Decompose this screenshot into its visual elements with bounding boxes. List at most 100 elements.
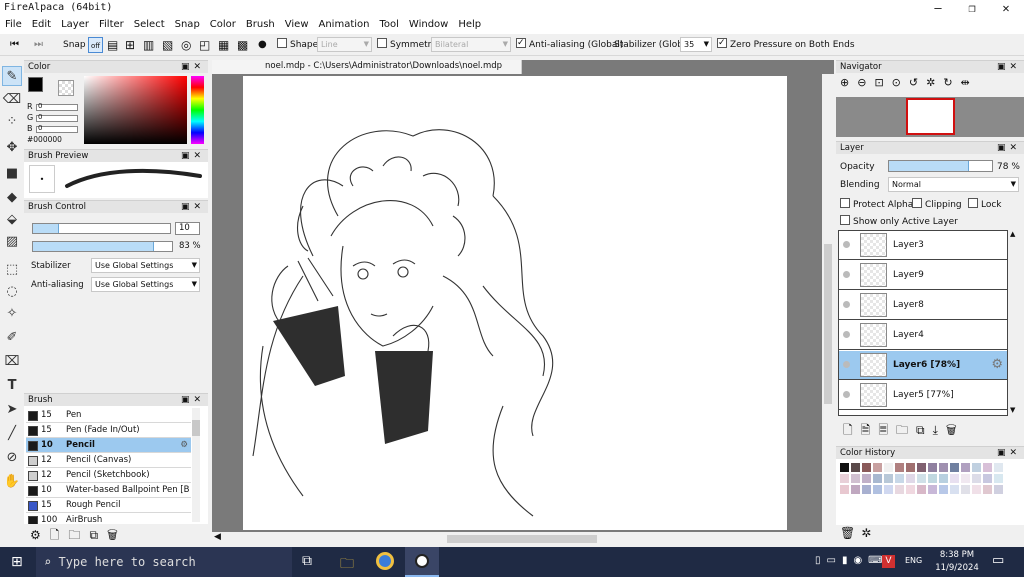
new-1bit-layer-icon[interactable]: 🗏: [878, 423, 896, 437]
color-history-swatch[interactable]: [961, 463, 970, 472]
brush-size-slider[interactable]: [32, 223, 171, 234]
transparent-color-swatch[interactable]: [58, 80, 74, 96]
layer-row[interactable]: Layer3: [839, 231, 1007, 260]
firealpaca-taskbar-icon[interactable]: [405, 547, 439, 577]
color-history-swatch[interactable]: [928, 474, 937, 483]
shape-toggle[interactable]: Shape: [277, 37, 318, 53]
color-history-swatch[interactable]: [917, 463, 926, 472]
text-tool-icon[interactable]: T: [2, 376, 22, 396]
clock-date[interactable]: 11/9/2024: [932, 563, 982, 573]
symmetry-select[interactable]: Bilateral ▼: [431, 37, 511, 52]
settings-icon[interactable]: ✲: [861, 526, 877, 540]
color-history-swatch[interactable]: [862, 485, 871, 494]
b-slider[interactable]: 0: [36, 124, 78, 133]
show-only-active-toggle[interactable]: Show only Active Layer: [840, 215, 958, 227]
color-history-swatch[interactable]: [939, 485, 948, 494]
browser-icon[interactable]: [376, 552, 394, 570]
color-history-swatch[interactable]: [994, 463, 1003, 472]
brush-item[interactable]: 12 Pencil (Sketchbook): [26, 468, 191, 483]
menu-tool[interactable]: Tool: [374, 17, 403, 33]
scroll-left-icon[interactable]: ◀: [214, 532, 221, 542]
brush-tool-icon[interactable]: ✎: [2, 66, 22, 86]
language-indicator[interactable]: ENG: [905, 556, 922, 565]
canvas-paper[interactable]: [243, 76, 787, 530]
actual-size-icon[interactable]: ⊙: [892, 76, 909, 89]
visibility-icon[interactable]: [843, 241, 850, 248]
hand-tool-icon[interactable]: ✋: [2, 472, 22, 492]
brush-size-input[interactable]: 10: [175, 222, 200, 235]
clipping-toggle[interactable]: Clipping: [912, 198, 962, 210]
hue-slider[interactable]: [191, 76, 204, 144]
menu-animation[interactable]: Animation: [314, 17, 375, 33]
notification-icon[interactable]: ▭: [992, 553, 1004, 568]
fill-rect-tool-icon[interactable]: ■: [2, 164, 22, 184]
snap-point-icon[interactable]: ●: [258, 37, 267, 53]
scroll-thumb[interactable]: [447, 535, 597, 543]
gradient-tool-icon[interactable]: ▨: [2, 232, 22, 252]
color-history-swatch[interactable]: [873, 474, 882, 483]
next-frame-icon[interactable]: ⏭: [34, 37, 43, 53]
color-history-swatch[interactable]: [884, 485, 893, 494]
color-history-swatch[interactable]: [862, 474, 871, 483]
visibility-icon[interactable]: [843, 271, 850, 278]
layer-row[interactable]: Layer5 [77%]: [839, 381, 1007, 410]
snap-radial-icon[interactable]: ▧: [162, 37, 173, 53]
merge-down-icon[interactable]: ⤓: [933, 423, 946, 437]
color-history-swatch[interactable]: [895, 463, 904, 472]
navigator-preview[interactable]: [836, 97, 1024, 137]
panel-controls-icon[interactable]: ▣✕: [997, 447, 1021, 459]
prev-frame-icon[interactable]: ⏮: [10, 37, 19, 53]
zoom-in-icon[interactable]: ⊕: [840, 76, 857, 89]
bucket-tool-icon[interactable]: ◆: [2, 188, 22, 208]
scroll-thumb[interactable]: [192, 420, 200, 436]
windows-start-icon[interactable]: ⊞: [11, 554, 23, 570]
clock-time[interactable]: 8:38 PM: [932, 550, 982, 560]
brush-list-scrollbar[interactable]: [192, 408, 200, 522]
canvas-vertical-scrollbar[interactable]: [822, 74, 834, 532]
color-history-swatch[interactable]: [840, 474, 849, 483]
operation-tool-icon[interactable]: ➤: [2, 400, 22, 420]
color-history-swatch[interactable]: [917, 474, 926, 483]
symmetry-checkbox[interactable]: [377, 38, 387, 48]
menu-color[interactable]: Color: [205, 17, 241, 33]
duplicate-brush-icon[interactable]: ⧉: [89, 528, 107, 542]
brush-item[interactable]: 15 Pen (Fade In/Out): [26, 423, 191, 438]
new-brush-icon[interactable]: 🗋: [50, 528, 69, 542]
color-history-swatch[interactable]: [873, 463, 882, 472]
menu-snap[interactable]: Snap: [170, 17, 205, 33]
file-explorer-icon[interactable]: 🗀: [340, 553, 354, 577]
protect-alpha-checkbox[interactable]: [840, 198, 850, 208]
color-history-swatch[interactable]: [928, 485, 937, 494]
close-button[interactable]: ✕: [989, 0, 1023, 17]
color-history-swatch[interactable]: [983, 463, 992, 472]
color-history-swatch[interactable]: [873, 485, 882, 494]
blending-select[interactable]: Normal ▼: [888, 177, 1019, 192]
color-history-swatch[interactable]: [884, 463, 893, 472]
symmetry-toggle[interactable]: Symmetry: [377, 37, 437, 53]
dot-tool-icon[interactable]: ⁘: [2, 112, 22, 132]
select-pen-tool-icon[interactable]: ✐: [2, 328, 22, 348]
brush-item[interactable]: 10 Water-based Ballpoint Pen [Burn]: [26, 483, 191, 498]
canvas-horizontal-scrollbar[interactable]: ◀: [212, 532, 834, 546]
new-layer-icon[interactable]: 🗋: [843, 423, 861, 437]
color-history-swatch[interactable]: [851, 485, 860, 494]
color-history-swatch[interactable]: [840, 463, 849, 472]
antialias-checkbox[interactable]: [516, 35, 526, 51]
zero-pressure-toggle[interactable]: Zero Pressure on Both Ends: [717, 35, 855, 53]
select-eraser-tool-icon[interactable]: ⌧: [2, 352, 22, 372]
rotate-right-icon[interactable]: ↻: [943, 76, 960, 89]
color-history-swatch[interactable]: [994, 485, 1003, 494]
snap-cross-icon[interactable]: ▥: [143, 37, 154, 53]
snap-circle-icon[interactable]: ◎: [181, 37, 191, 53]
visibility-icon[interactable]: [843, 331, 850, 338]
task-view-icon[interactable]: ⧉: [302, 553, 312, 569]
rotate-left-icon[interactable]: ↺: [909, 76, 926, 89]
snap-off-button[interactable]: off: [88, 37, 103, 53]
eraser-tool-icon[interactable]: ⌫: [2, 90, 22, 110]
panel-controls-icon[interactable]: ▣✕: [181, 61, 205, 73]
color-history-swatch[interactable]: [950, 463, 959, 472]
brush-item[interactable]: 15 Pen: [26, 408, 191, 423]
brush-settings-icon[interactable]: ⚙: [180, 438, 188, 453]
protect-alpha-toggle[interactable]: Protect Alpha: [840, 198, 913, 210]
color-history-swatch[interactable]: [983, 485, 992, 494]
